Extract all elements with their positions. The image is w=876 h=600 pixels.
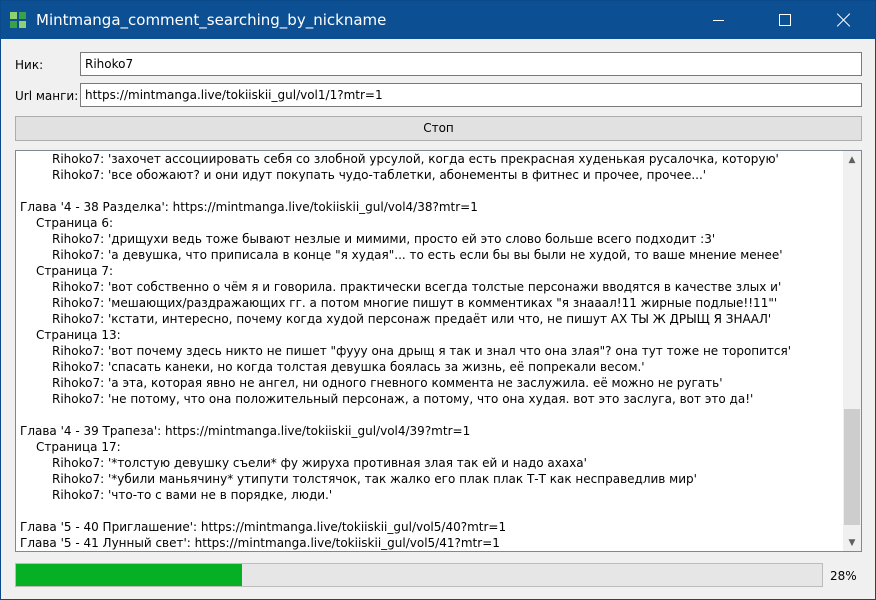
log-line: Страница 7:: [36, 264, 113, 278]
url-label: Url манги:: [15, 89, 79, 103]
title-bar[interactable]: Mintmanga_comment_searching_by_nickname: [1, 1, 875, 39]
scroll-up-arrow-icon[interactable]: ▲: [843, 151, 861, 168]
maximize-button[interactable]: [762, 1, 808, 39]
log-line: Rihoko7: 'все обожают? и они идут покупа…: [52, 168, 707, 182]
results-log-text: Rihoko7: 'захочет ассоциировать себя со …: [20, 151, 838, 551]
maximize-icon: [779, 14, 791, 26]
close-button[interactable]: [821, 1, 867, 39]
log-line: Rihoko7: 'кстати, интересно, почему когд…: [52, 312, 772, 326]
log-line: Rihoko7: '*убили маньячину* утипути толс…: [52, 472, 697, 486]
app-window: Mintmanga_comment_searching_by_nickname …: [0, 0, 876, 600]
log-line: Rihoko7: 'а эта, которая явно не ангел, …: [52, 376, 723, 390]
log-line: Глава '5 - 41 Лунный свет': https://mint…: [20, 536, 500, 550]
log-line: Страница 6:: [36, 216, 113, 230]
log-line: Rihoko7: 'что-то с вами не в порядке, лю…: [52, 488, 333, 502]
log-line: Rihoko7: '*толстую девушку съели* фу жир…: [52, 456, 587, 470]
log-line: Глава '4 - 38 Разделка': https://mintman…: [20, 200, 478, 214]
log-line: Rihoko7: 'вот почему здесь никто не пише…: [52, 344, 792, 358]
stop-button[interactable]: Стоп: [15, 116, 862, 141]
log-line: Rihoko7: 'спасать канеки, но когда толст…: [52, 360, 645, 374]
close-icon: [837, 13, 851, 27]
nick-input[interactable]: Rihoko7: [80, 52, 862, 76]
nick-label: Ник:: [15, 58, 44, 72]
log-line: Rihoko7: 'мешающих/раздражающих гг. а по…: [52, 296, 778, 310]
vertical-scrollbar[interactable]: ▲ ▼: [843, 151, 861, 551]
scroll-down-arrow-icon[interactable]: ▼: [843, 534, 861, 551]
url-input[interactable]: https://mintmanga.live/tokiiskii_gul/vol…: [80, 83, 862, 107]
minimize-button[interactable]: [695, 1, 741, 39]
log-line: Rihoko7: 'не потому, что она положительн…: [52, 392, 754, 406]
log-line: Страница 13:: [36, 328, 121, 342]
progress-bar: [15, 563, 823, 587]
log-line: Глава '5 - 40 Приглашение': https://mint…: [20, 520, 507, 534]
log-line: Rihoko7: 'вот собственно о чём я и говор…: [52, 280, 782, 294]
app-icon: [10, 12, 26, 28]
log-line: Rihoko7: 'захочет ассоциировать себя со …: [52, 152, 779, 166]
log-line: Rihoko7: 'дрищухи ведь тоже бывают незлы…: [52, 232, 716, 246]
progress-percent: 28%: [830, 569, 857, 583]
log-line: Глава '4 - 39 Трапеза': https://mintmang…: [20, 424, 471, 438]
log-line: Rihoko7: 'а девушка, что приписала в кон…: [52, 248, 783, 262]
results-log[interactable]: Rihoko7: 'захочет ассоциировать себя со …: [15, 150, 862, 552]
progress-bar-fill: [16, 564, 242, 586]
minimize-icon: [712, 19, 724, 21]
scroll-thumb[interactable]: [844, 409, 860, 525]
window-title: Mintmanga_comment_searching_by_nickname: [36, 11, 387, 29]
log-line: Страница 17:: [36, 440, 121, 454]
